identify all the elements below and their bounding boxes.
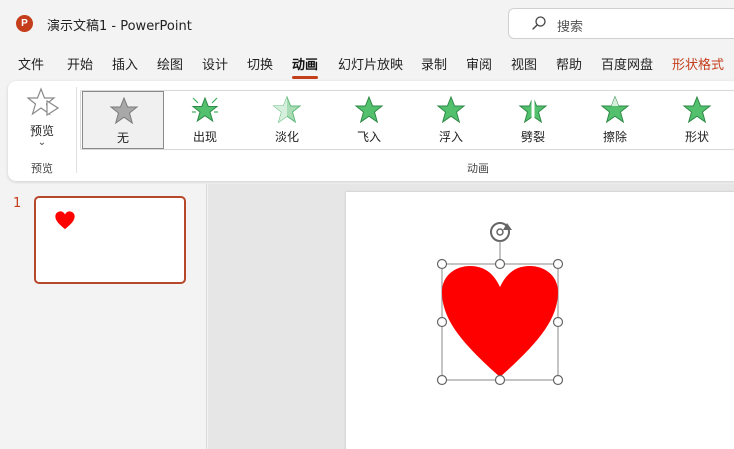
star-icon-green [682,95,712,124]
heart-shape-thumbnail [55,211,75,230]
slide-number: 1 [13,196,22,211]
tab-draw[interactable]: 绘图 [157,54,183,73]
star-icon-green [354,95,384,124]
star-split-icon [518,95,548,125]
title-bar: P 演示文稿1 - PowerPoint 搜索 [0,0,734,46]
tab-animations[interactable]: 动画 [292,54,319,79]
chevron-down-icon: ⌄ [37,137,47,148]
tab-record[interactable]: 录制 [421,54,447,73]
slide[interactable] [346,192,734,449]
tab-help[interactable]: 帮助 [556,54,582,73]
effect-split[interactable]: 劈裂 [492,91,574,149]
slide-thumbnail[interactable] [34,196,186,284]
tab-review[interactable]: 审阅 [466,54,492,73]
animation-gallery: 无 出现 淡化 飞入 浮入 劈裂 擦除 形状 [80,90,734,150]
group-label-animation: 动画 [467,162,489,175]
tab-slideshow[interactable]: 幻灯片放映 [338,54,403,73]
window-title: 演示文稿1 - PowerPoint [47,19,192,34]
star-wipe-icon [600,95,630,124]
selected-shape[interactable] [435,216,565,388]
effect-none[interactable]: 无 [82,91,164,149]
search-icon [532,16,546,30]
tab-shape-format[interactable]: 形状格式 [672,54,724,73]
star-icon-green [436,95,466,124]
heart-shape[interactable] [442,266,558,377]
star-icon-gray [109,96,139,125]
ribbon-tabs: 文件 开始 插入 绘图 设计 切换 动画 幻灯片放映 录制 审阅 视图 帮助 百… [0,48,734,79]
editing-canvas [208,184,734,449]
tab-home[interactable]: 开始 [67,54,93,73]
preview-button[interactable]: 预览 ⌄ [18,85,66,153]
ribbon-animations: 预览 ⌄ 预览 无 出现 淡化 飞入 浮入 劈裂 擦除 形状 动画 [8,81,734,181]
effect-wipe[interactable]: 擦除 [574,91,656,149]
tab-baidu-netdisk[interactable]: 百度网盘 [601,54,653,73]
group-divider [76,87,77,173]
effect-shape[interactable]: 形状 [656,91,734,149]
effect-float-in[interactable]: 浮入 [410,91,492,149]
effect-fade[interactable]: 淡化 [246,91,328,149]
star-faded-icon [272,95,302,124]
powerpoint-logo-icon: P [16,15,33,32]
group-label-preview: 预览 [31,162,53,175]
tab-file[interactable]: 文件 [18,54,44,73]
tab-design[interactable]: 设计 [202,54,228,73]
rotate-handle-icon[interactable] [490,222,512,242]
effect-fly-in[interactable]: 飞入 [328,91,410,149]
tab-view[interactable]: 视图 [511,54,537,73]
star-sparkle-icon [191,96,219,123]
slide-thumbnail-pane: 1 [0,184,207,449]
search-box[interactable]: 搜索 [508,8,734,39]
preview-star-icon [27,87,59,117]
effect-appear[interactable]: 出现 [164,91,246,149]
search-input[interactable]: 搜索 [557,16,583,35]
tab-transitions[interactable]: 切换 [247,54,273,73]
tab-insert[interactable]: 插入 [112,54,138,73]
